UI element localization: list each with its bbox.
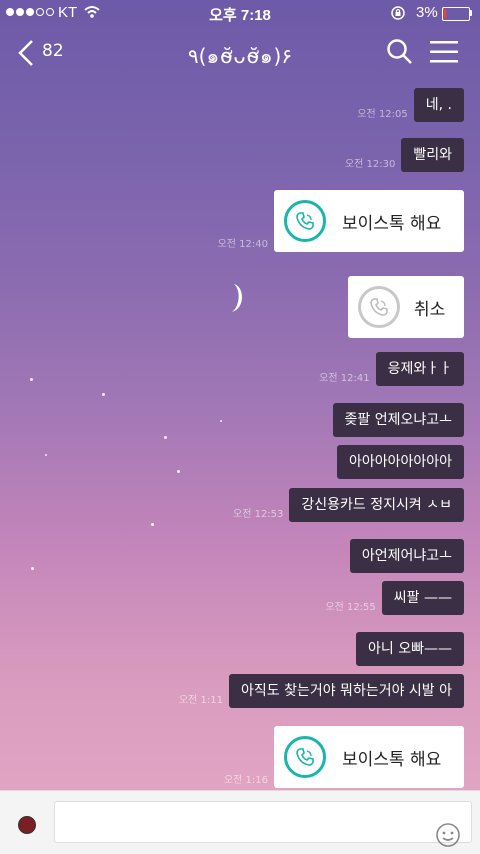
call-label: 보이스톡 해요 bbox=[342, 213, 442, 234]
message-bubble[interactable]: 네, . bbox=[413, 88, 464, 122]
message-input[interactable]: # bbox=[54, 801, 472, 847]
phone-icon bbox=[284, 736, 326, 778]
message-time: 오전 12:55 bbox=[325, 602, 376, 613]
status-time: 오후 7:18 bbox=[209, 7, 271, 24]
message-time: 오전 12:30 bbox=[344, 159, 396, 170]
battery-fill bbox=[444, 9, 446, 19]
menu-icon[interactable] bbox=[430, 40, 458, 64]
star-decoration bbox=[151, 523, 154, 526]
search-icon[interactable] bbox=[386, 38, 414, 66]
message-row: 아니 오빠—— bbox=[356, 632, 464, 666]
phone-icon bbox=[358, 286, 400, 328]
message-bubble[interactable]: 아아아아아아아아 bbox=[336, 445, 464, 479]
star-decoration bbox=[45, 454, 47, 456]
message-row: 취소 bbox=[348, 276, 464, 338]
battery-tip bbox=[470, 10, 472, 16]
phone-icon bbox=[284, 200, 326, 242]
message-row: 오전 1:11 아직도 찾는거야 뭐하는거야 시발 아 bbox=[179, 674, 464, 708]
message-row: 오전 12:40 보이스톡 해요 bbox=[218, 190, 464, 252]
star-decoration bbox=[102, 393, 105, 396]
chat-header: 82 ٩(๑ơ̴̆ᴗơ̴̆๑)۶ bbox=[0, 26, 480, 82]
message-bubble[interactable]: 아언제어냐고ㅗ bbox=[349, 539, 464, 573]
message-bubble[interactable]: 아니 오빠—— bbox=[356, 632, 464, 666]
battery-icon bbox=[442, 7, 470, 21]
voice-call-card[interactable]: 보이스톡 해요 bbox=[274, 726, 464, 788]
call-label: 취소 bbox=[414, 299, 446, 320]
message-time: 오전 12:05 bbox=[357, 109, 408, 120]
message-time: 오전 12:53 bbox=[233, 509, 284, 520]
star-decoration bbox=[177, 470, 180, 473]
message-time: 오전 1:11 bbox=[178, 695, 223, 706]
status-bar: KT 오후 7:18 3% bbox=[0, 0, 480, 26]
avatar[interactable] bbox=[18, 816, 36, 834]
battery-percentage: 3% bbox=[416, 4, 438, 21]
message-bubble[interactable]: 씨팔 —— bbox=[381, 581, 464, 615]
message-time: 오전 12:41 bbox=[319, 373, 370, 384]
message-row: 오전 12:53 강신용카드 정지시켜 ㅅㅂ bbox=[233, 488, 464, 522]
moon-icon bbox=[232, 284, 242, 312]
star-decoration bbox=[31, 567, 34, 570]
message-time: 오전 1:16 bbox=[223, 775, 268, 786]
star-decoration bbox=[30, 378, 33, 381]
message-row: 오전 1:16 보이스톡 해요 bbox=[224, 726, 464, 788]
message-bubble[interactable]: 아직도 찾는거야 뭐하는거야 시발 아 bbox=[229, 674, 464, 708]
message-row: 오전 12:30 빨리와 bbox=[345, 138, 464, 172]
message-bubble[interactable]: 응제와ㅏㅏ bbox=[375, 352, 464, 386]
star-decoration bbox=[164, 436, 167, 439]
star-decoration bbox=[220, 420, 222, 422]
chat-screen: KT 오후 7:18 3% 82 ٩(๑ơ̴̆ᴗơ̴̆๑)۶ 오전 12:05 … bbox=[0, 0, 480, 854]
call-label: 보이스톡 해요 bbox=[342, 749, 442, 770]
cancelled-call-card[interactable]: 취소 bbox=[348, 276, 464, 338]
voice-call-card[interactable]: 보이스톡 해요 bbox=[274, 190, 464, 252]
message-row: 아언제어냐고ㅗ bbox=[349, 539, 464, 573]
message-bubble[interactable]: 빨리와 bbox=[401, 138, 464, 172]
message-row: 오전 12:41 응제와ㅏㅏ bbox=[319, 352, 464, 386]
message-row: 좆팔 언제오냐고ㅗ bbox=[332, 403, 464, 437]
emoji-icon[interactable] bbox=[435, 822, 461, 848]
message-row: 오전 12:05 네, . bbox=[357, 88, 464, 122]
message-bubble[interactable]: 강신용카드 정지시켜 ㅅㅂ bbox=[289, 488, 464, 522]
message-input-bar: # bbox=[0, 790, 480, 854]
message-row: 오전 12:55 씨팔 —— bbox=[325, 581, 464, 615]
message-row: 아아아아아아아아 bbox=[336, 445, 464, 479]
message-bubble[interactable]: 좆팔 언제오냐고ㅗ bbox=[332, 403, 464, 437]
message-time: 오전 12:40 bbox=[217, 239, 268, 250]
lock-rotation-icon bbox=[391, 6, 405, 20]
